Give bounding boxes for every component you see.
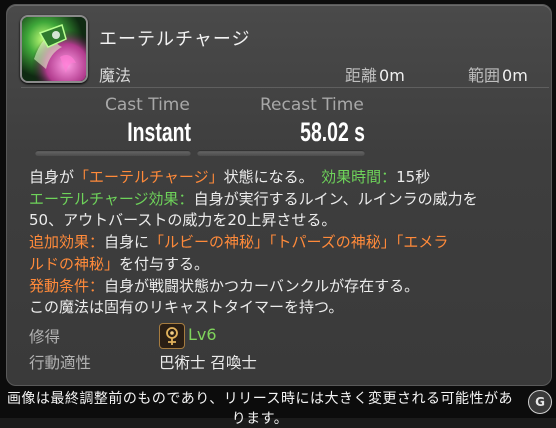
cast-time-label: Cast Time [105,95,190,115]
status-name: 「エメラ [395,233,449,252]
radius-label: 範囲 [468,66,501,85]
cast-time-value: Instant [127,117,191,147]
description-text: 自身が戦闘状態かつカーバンクルが存在する。 [104,276,420,295]
screenshot-frame: エーテルチャージ 魔法 距離 0m 範囲 0m Cast Time Recast T… [0,0,556,427]
status-name: 「ルビーの神秘」 [149,233,270,252]
action-description: 自身が「エーテルチャージ」状態になる。 効果時間：15秒 エーテルチャージ効果：… [29,167,549,319]
recast-time-label: Recast Time [260,95,364,115]
action-name: エーテルチャージ [99,29,251,50]
header-divider [21,87,549,88]
description-text: 自身が実行するルイン、ルインラの威力を [193,189,478,208]
description-line: ルドの神秘」を付与する。 [29,254,549,276]
recast-time-bar [197,150,365,156]
recast-time-value: 58.02 s [300,117,365,147]
description-text: 自身が [29,168,75,186]
description-text: 自身に [104,233,150,252]
additional-effect-label: 追加効果： [29,233,105,252]
status-name: ルドの神秘」 [29,254,120,273]
status-name: 「エーテルチャージ」 [74,168,224,186]
range-label: 距離 [345,66,378,85]
acquire-level: Lv6 [188,325,217,344]
action-tooltip: エーテルチャージ 魔法 距離 0m 範囲 0m Cast Time Recast T… [6,4,552,386]
action-type: 魔法 [99,66,132,85]
description-line: 自身が「エーテルチャージ」状態になる。 効果時間：15秒 [29,167,549,189]
description-text: を付与する。 [119,254,210,273]
radius-value: 0m [502,66,528,85]
disclaimer-text: 画像は最終調整前のものであり、リリース時には大きく変更される可能性があります。 [6,391,514,427]
description-line: エーテルチャージ効果：自身が実行するルイン、ルインラの威力を [29,189,549,211]
arcanist-job-icon [159,323,185,349]
jobs-value: 巴術士 召喚士 [159,354,257,372]
aethercharge-skill-icon [20,15,88,83]
duration-label: 効果時間： [321,168,397,186]
status-name: 「トパーズの神秘」 [269,233,396,252]
range-stat: 距離 0m [345,62,405,86]
description-line: この魔法は固有のリキャストタイマーを持つ。 [29,298,344,317]
description-line: 50、アウトバーストの威力を20上昇させる。 [29,211,337,230]
range-value: 0m [379,66,405,85]
description-text: 状態になる。 [223,168,322,186]
description-line: 発動条件：自身が戦闘状態かつカーバンクルが存在する。 [29,276,549,298]
requirement-label: 発動条件： [29,276,105,295]
acquire-label: 修得 [29,328,61,346]
site-logo-badge: G [528,390,552,414]
jobs-label: 行動適性 [29,354,92,372]
duration-value: 15秒 [396,168,431,186]
effect-label: エーテルチャージ効果： [29,189,194,208]
radius-stat: 範囲 0m [468,62,528,86]
cast-time-bar [35,150,191,156]
description-line: 追加効果：自身に「ルビーの神秘」「トパーズの神秘」「エメラ [29,232,549,254]
